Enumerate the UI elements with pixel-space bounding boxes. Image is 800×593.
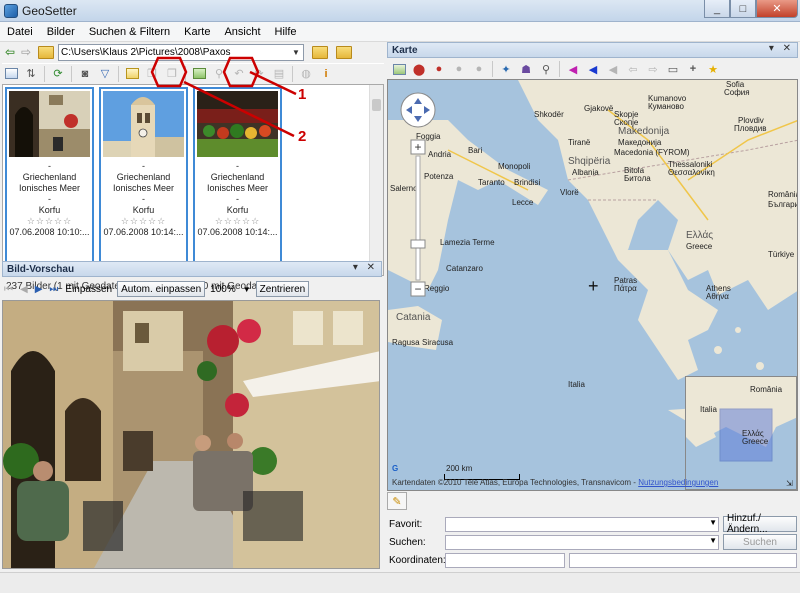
annotation-1: 1: [298, 86, 307, 103]
annotation-2: 2: [298, 128, 307, 145]
annotation-overlay: [150, 56, 297, 138]
